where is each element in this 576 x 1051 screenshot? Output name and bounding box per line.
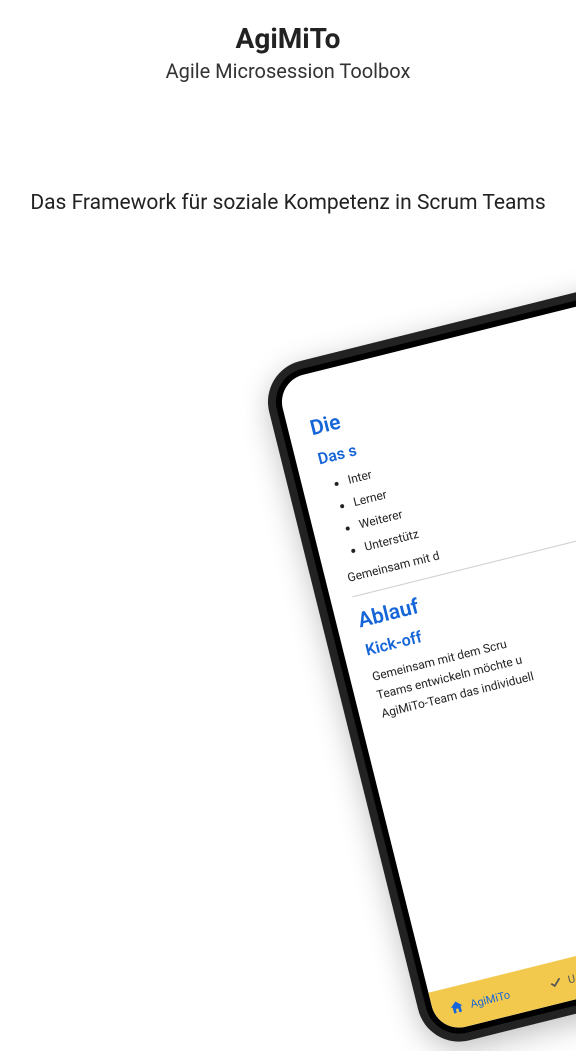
app-subtitle: Agile Microsession Toolbox [0,59,576,83]
app-title: AgiMiTo [0,22,576,55]
device-bezel: Die Das s Inter Lerner Weiterer Unterstü… [269,255,576,1041]
nav-secondary[interactable]: U [547,971,576,991]
app-header: AgiMiTo Agile Microsession Toolbox [0,0,576,83]
nav-secondary-label: U [566,972,576,986]
screen-content: Die Das s Inter Lerner Weiterer Unterstü… [276,262,576,992]
check-icon [547,974,564,991]
tagline-text: Das Framework für soziale Kompetenz in S… [0,191,576,215]
nav-home-label: AgiMiTo [469,988,512,1010]
device-mockup: Die Das s Inter Lerner Weiterer Unterstü… [259,245,576,1050]
nav-home[interactable]: AgiMiTo [447,986,512,1017]
device-screen: Die Das s Inter Lerner Weiterer Unterstü… [276,262,576,1033]
home-icon [447,998,466,1017]
